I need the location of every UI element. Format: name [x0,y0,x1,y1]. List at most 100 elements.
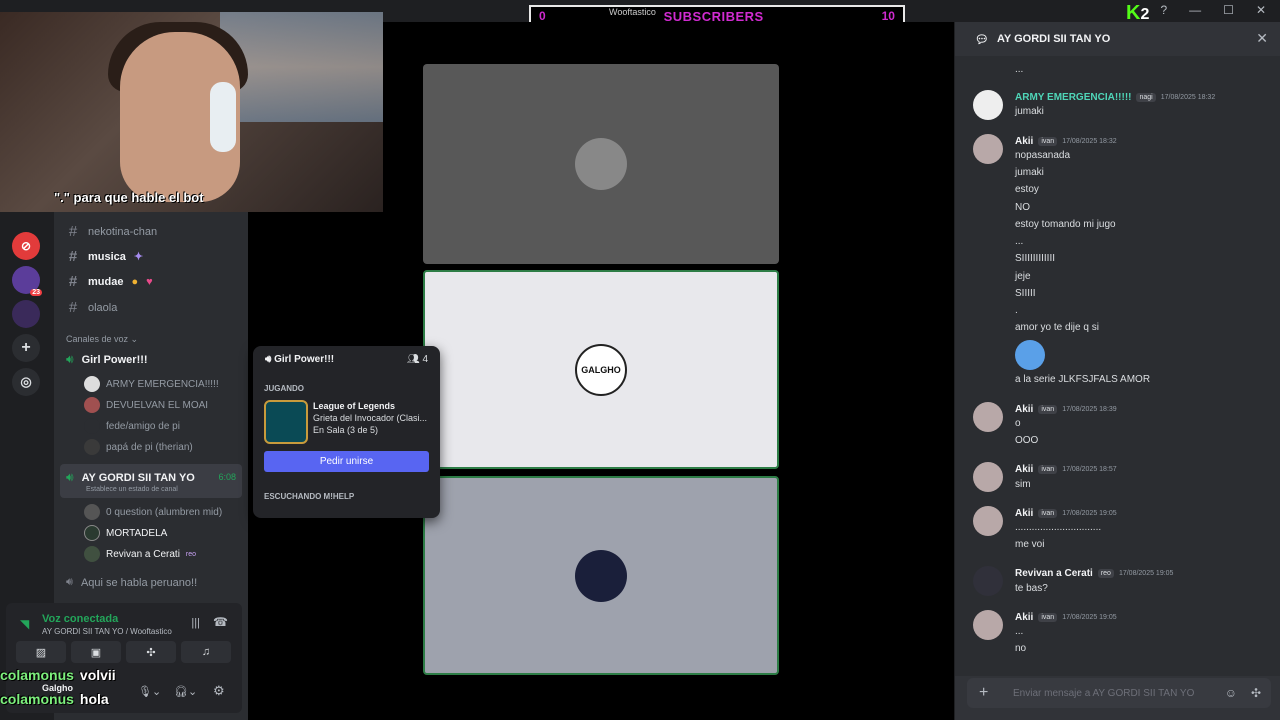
voice-user[interactable]: MORTADELA [84,525,167,541]
add-server-icon[interactable]: + [12,334,40,362]
popup-count-text: 4 [422,354,428,365]
camera-button[interactable]: ▨ [16,641,66,663]
channel-label: nekotina-chan [88,225,158,238]
avatar [84,546,100,562]
minimize-icon[interactable]: — [1189,3,1201,17]
message-input[interactable]: + Enviar mensaje a AY GORDI SII TAN YO ☺… [967,678,1271,708]
avatar [575,549,627,602]
participant-tile[interactable]: GALGHO [423,270,779,469]
activity-button[interactable]: ✣ [126,641,176,663]
help-icon[interactable]: ? [1160,3,1167,17]
message-header: Akii ivan 17/08/2025 19:05 [1015,508,1117,519]
kick-count: 2 [1140,6,1150,23]
stream-chat-name: colamonus [0,691,74,707]
voice-channel-gordi[interactable]: 🔊︎ AY GORDI SII TAN YO 6:08 Establece un … [60,464,242,498]
author-name[interactable]: Akii [1015,136,1033,147]
maximize-icon[interactable]: ☐ [1223,3,1234,17]
red-badge-icon[interactable]: ⊘ [12,232,40,260]
voice-channel-label: Girl Power!!! [81,353,148,366]
noise-icon[interactable]: ||| [191,617,200,629]
channel-nekotina[interactable]: # nekotina-chan [66,223,157,240]
webcam-caption: "." para que hable el bot [54,190,204,205]
avatar [84,397,100,413]
voice-user-name: DEVUELVAN EL MOAI [106,399,209,411]
avatar [575,138,627,190]
close-chat-icon[interactable]: ✕ [1256,30,1268,47]
voice-user[interactable]: DEVUELVAN EL MOAI [84,397,208,413]
hash-icon: # [68,299,78,316]
heart-icon: ♥ [146,275,153,288]
mic-icon[interactable]: 🎙︎⌄ [138,685,161,698]
popup-title-text: Girl Power!!! [274,354,335,365]
author-name[interactable]: ARMY EMERGENCIA!!!!! [1015,92,1131,103]
avatar[interactable] [973,134,1003,164]
message-line: me voi [1015,539,1045,550]
author-name[interactable]: Akii [1015,404,1033,415]
voice-user[interactable]: Revivan a Cerati reo [84,546,196,562]
message-line: te bas? [1015,583,1048,594]
voice-channel-label: AY GORDI SII TAN YO [81,471,195,484]
participant-tile[interactable] [423,64,779,264]
stream-chat-msg: volvii [79,667,116,683]
avatar[interactable] [973,462,1003,492]
voice-channel-peruano[interactable]: 🔊︎ Aqui se habla peruano!! [66,576,197,589]
voice-connected-channel[interactable]: AY GORDI SII TAN YO / Wooftastico [42,627,172,636]
close-window-icon[interactable]: ✕ [1256,3,1266,17]
game-mode: Grieta del Invocador (Clasi... [313,413,428,423]
author-name[interactable]: Revivan a Cerati [1015,568,1093,579]
voice-user[interactable]: papá de pi (therian) [84,439,193,455]
purple-server-icon[interactable]: 23 [12,266,42,296]
emoji-icon[interactable]: ☺ [1225,686,1237,700]
participant-tile[interactable] [423,476,779,675]
popup-title: 🔊︎ Girl Power!!! [265,354,334,365]
avatar[interactable] [973,610,1003,640]
disconnect-icon[interactable]: ☎ [213,615,228,629]
game-status: En Sala (3 de 5) [313,425,379,435]
voice-section-header[interactable]: Canales de voz ⌄ [66,334,138,345]
message-line: sim [1015,479,1031,490]
voice-user[interactable]: ARMY EMERGENCIA!!!!! [84,376,219,392]
explore-icon[interactable]: ◎ [12,368,40,396]
headphones-icon [210,82,236,152]
message-line: jeje [1015,271,1031,282]
stream-chat-line: colamonus hola [0,691,109,707]
avatar [84,439,100,455]
author-name[interactable]: Akii [1015,464,1033,475]
apps-icon[interactable]: ✣ [1251,686,1261,700]
camera-off-icon: ▨ [35,646,47,659]
message-line: jumaki [1015,106,1044,117]
avatar[interactable] [973,90,1003,120]
settings-icon[interactable]: ⚙ [213,683,225,699]
message-line: SIIIII [1015,288,1036,299]
text-chat-panel: 💬︎ AY GORDI SII TAN YO ✕ ... ARMY EMERGEN… [954,22,1280,720]
channel-label: olaola [88,301,118,314]
channel-musica[interactable]: # musica ✦ [66,248,143,265]
join-request-button[interactable]: Pedir unirse [264,451,429,472]
dark-server-icon[interactable] [12,300,40,328]
message-line: . [1015,305,1018,316]
author-name[interactable]: Akii [1015,612,1033,623]
avatar[interactable] [973,402,1003,432]
avatar[interactable] [973,566,1003,596]
soundboard-button[interactable]: ♫ [181,641,231,663]
plus-icon[interactable]: + [979,684,988,702]
avatar[interactable] [973,506,1003,536]
voice-connected-title[interactable]: Voz conectada [42,613,118,625]
channel-mudae[interactable]: # mudae ● ♥ [66,273,153,290]
voice-user[interactable]: 0 question (alumbren mid) [84,504,222,520]
channel-olaola[interactable]: # olaola [66,299,118,316]
author-name[interactable]: Akii [1015,508,1033,519]
voice-channel-girl-power[interactable]: 🔊︎ Girl Power!!! [66,352,148,367]
channel-status[interactable]: Establece un estado de canal [86,486,178,493]
playing-label: JUGANDO [264,384,305,393]
avatar-label: GALGHO [581,364,621,375]
message-line: OOO [1015,435,1039,446]
server-badge: 23 [30,289,42,296]
soundboard-icon: ♫ [201,646,211,658]
screenshare-button[interactable]: ▣ [71,641,121,663]
headphones-icon[interactable]: 🎧︎⌄ [174,685,197,698]
webcam-overlay: "." para que hable el bot [0,12,383,212]
message-header: Akii ivan 17/08/2025 18:32 [1015,136,1117,147]
voice-user[interactable]: fede/amigo de pi [84,418,180,434]
voice-user-name: Revivan a Cerati [106,548,180,560]
